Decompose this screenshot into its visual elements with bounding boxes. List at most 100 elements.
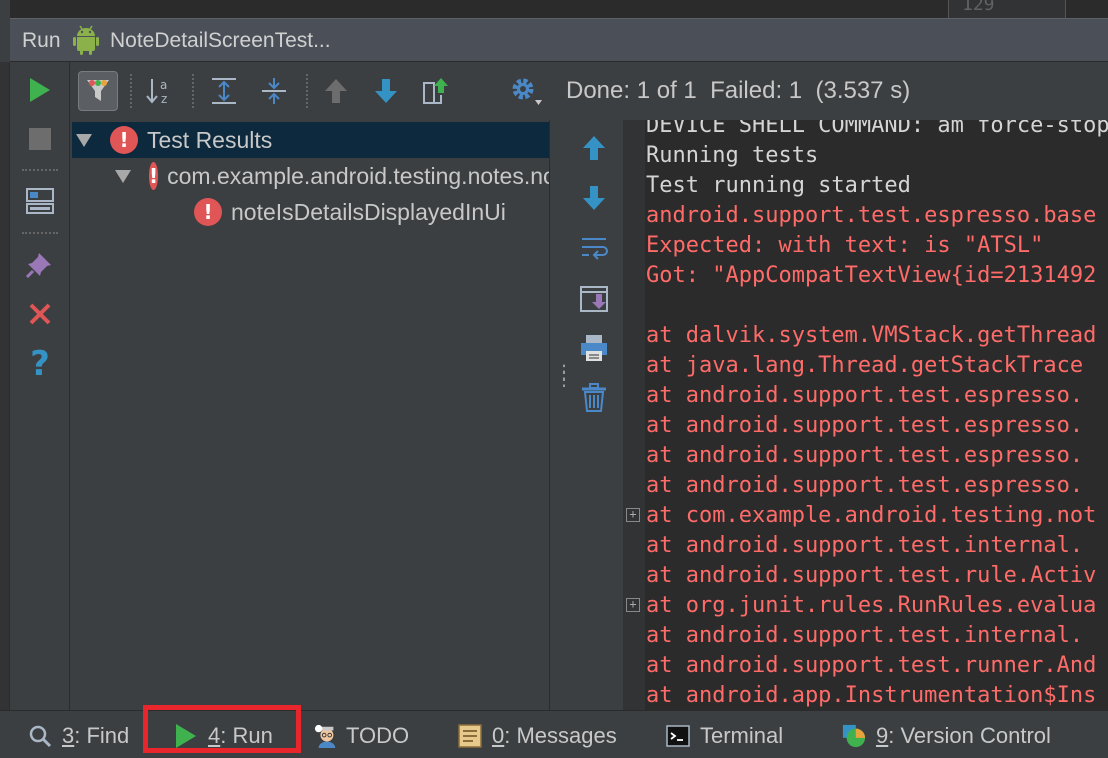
messages-tool-button[interactable]: 0: Messages [458, 721, 617, 751]
console-line: Running tests [646, 143, 819, 168]
rerun-icon [30, 78, 50, 102]
tree-node-label: Test Results [147, 126, 273, 153]
console-line: at android.support.test.espresso. [646, 413, 1084, 438]
messages-icon [458, 724, 482, 748]
stop-button[interactable] [24, 123, 56, 155]
print-icon [581, 335, 607, 361]
collapse-all-button[interactable] [254, 71, 294, 111]
svg-text:a: a [160, 78, 167, 92]
print-button[interactable] [577, 331, 611, 365]
run-vertical-toolbar: ? [10, 62, 70, 712]
search-icon [28, 724, 52, 748]
filter-button[interactable] [78, 71, 118, 111]
console-line: android.support.test.espresso.base [646, 203, 1097, 228]
export-icon [423, 78, 448, 104]
svg-text:z: z [161, 92, 167, 106]
find-tool-button[interactable]: 3: Find [28, 721, 129, 751]
layout-icon [26, 188, 54, 214]
export-results-button[interactable] [416, 71, 456, 111]
soft-wrap-icon [582, 238, 608, 260]
console-line: at android.support.test.internal. [646, 533, 1084, 558]
scroll-to-end-button[interactable] [577, 281, 611, 315]
console-line: at android.app.Instrumentation$Ins [646, 683, 1097, 708]
terminal-tool-button[interactable]: Terminal [666, 721, 783, 751]
error-status-icon: ! [149, 162, 159, 190]
console-line: at com.example.android.testing.not [646, 503, 1097, 528]
console-line: at android.support.test.espresso. [646, 473, 1084, 498]
expand-all-button[interactable] [204, 71, 244, 111]
fold-expand-icon[interactable]: + [626, 598, 640, 612]
console-line: at android.support.test.rule.Activ [646, 563, 1097, 588]
console-line: Got: "AppCompatTextView{id=2131492 [646, 263, 1097, 288]
fold-expand-icon[interactable]: + [626, 508, 640, 522]
console-line: at android.support.test.espresso. [646, 383, 1084, 408]
tool-label: : Find [74, 723, 130, 748]
help-button[interactable]: ? [24, 344, 56, 384]
pin-button[interactable] [24, 248, 56, 280]
run-config-name[interactable]: NoteDetailScreenTest... [110, 29, 331, 53]
panel-splitter[interactable] [551, 120, 565, 710]
error-status-icon: ! [110, 126, 138, 154]
version-control-tool-button[interactable]: 9: Version Control [842, 721, 1051, 751]
next-icon [375, 79, 397, 103]
toolbar-separator [22, 169, 58, 171]
android-icon [72, 25, 100, 55]
tool-label: Terminal [700, 723, 784, 748]
scroll-to-end-icon [580, 286, 608, 312]
trash-icon [582, 383, 606, 412]
soft-wrap-button[interactable] [577, 231, 611, 265]
layout-button[interactable] [24, 185, 56, 217]
tool-label: TODO [346, 723, 410, 748]
tree-node-label: noteIsDetailsDisplayedInUi [231, 198, 506, 225]
run-window-title: Run [22, 29, 61, 52]
previous-failed-button[interactable] [316, 71, 356, 111]
tree-node-test-method[interactable]: ! noteIsDetailsDisplayedInUi [72, 194, 549, 230]
left-edge-strip [0, 0, 10, 18]
toolbar-separator [22, 232, 58, 234]
expand-arrow-icon[interactable] [76, 133, 92, 147]
scroll-down-button[interactable] [577, 181, 611, 215]
tree-node-test-class[interactable]: ! com.example.android.testing.notes.note… [72, 158, 549, 194]
next-failed-button[interactable] [366, 71, 406, 111]
tree-node-test-results[interactable]: ! Test Results [72, 122, 549, 158]
console-line: DEVICE SHELL COMMAND: am force-stop [646, 120, 1108, 138]
tool-label: : Version Control [888, 723, 1051, 748]
console-gutter [623, 120, 645, 710]
console-line: at android.support.test.espresso. [646, 443, 1084, 468]
console-line: at android.support.test.internal. [646, 623, 1084, 648]
close-icon [29, 303, 51, 325]
tool-label: : Messages [504, 723, 617, 748]
help-icon: ? [30, 344, 50, 384]
toolbar-separator [130, 74, 132, 108]
console-line: at org.junit.rules.RunRules.evalua [646, 593, 1097, 618]
line-number: 129 [962, 0, 995, 15]
expand-all-icon [212, 78, 236, 104]
up-arrow-icon [583, 136, 605, 160]
settings-icon [512, 78, 542, 105]
shortcut-number: 3 [62, 723, 75, 748]
test-runner-toolbar: a z Done: 1 of 1 Failed: 1 (3.537 s) [70, 62, 1108, 120]
todo-icon [314, 724, 338, 748]
close-button[interactable] [24, 298, 56, 330]
todo-tool-button[interactable]: TODO [314, 721, 409, 751]
editor-strip: 129 [0, 0, 1108, 18]
previous-icon [325, 79, 347, 103]
expand-arrow-icon[interactable] [115, 169, 131, 183]
run-window-header: Run NoteDetailScreenTest... [10, 18, 1108, 62]
console-line: Test running started [646, 173, 911, 198]
pin-icon [25, 253, 51, 279]
test-results-tree: ! Test Results ! com.example.android.tes… [72, 120, 550, 710]
toolbar-separator [192, 74, 194, 108]
terminal-icon [666, 724, 690, 748]
sort-alpha-icon: a z [146, 78, 167, 106]
scroll-up-button[interactable] [577, 131, 611, 165]
console-output[interactable]: + + DEVICE SHELL COMMAND: am force-stop R… [623, 120, 1108, 710]
clear-console-button[interactable] [577, 381, 611, 415]
settings-button[interactable] [506, 71, 546, 111]
console-line: at android.support.test.runner.And [646, 653, 1097, 678]
shortcut-number: 9 [876, 723, 889, 748]
test-status-summary: Done: 1 of 1 Failed: 1 (3.537 s) [566, 77, 911, 104]
rerun-button[interactable] [24, 74, 56, 106]
sort-alphabetically-button[interactable]: a z [141, 71, 181, 111]
tree-node-label: com.example.android.testing.notes.notede… [167, 162, 549, 189]
